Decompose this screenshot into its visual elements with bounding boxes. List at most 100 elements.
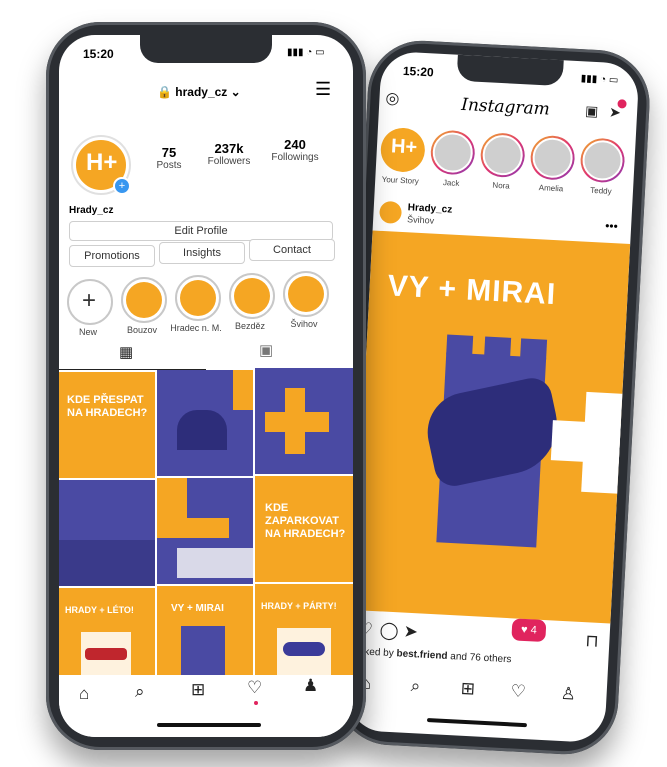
left-screen: 15:20 ▮▮▮ ◔ ▭ 🔒 hrady_cz ⌄ ☰ H+ + 75 Pos… — [59, 35, 353, 737]
cars-photo — [177, 548, 253, 578]
right-notch — [456, 54, 564, 87]
post-tile[interactable] — [59, 480, 155, 586]
post-headline: VY + MIRAI — [386, 269, 558, 312]
story-amelia[interactable] — [529, 134, 576, 181]
home-indicator — [426, 717, 527, 728]
status-time: 15:20 — [83, 47, 114, 61]
jumping-person — [420, 374, 567, 490]
story-label: Amelia — [538, 183, 564, 194]
stat-label: Followers — [207, 156, 251, 167]
story-label: Jack — [442, 178, 460, 188]
app-title: Instagram — [460, 94, 551, 120]
likes-user[interactable]: best.friend — [396, 648, 448, 662]
stat-value: 75 — [161, 145, 177, 160]
menu-icon[interactable]: ☰ — [315, 79, 331, 100]
stat-followings[interactable]: 240 Followings — [257, 137, 333, 163]
highlight-label: Bouzov — [126, 325, 158, 335]
save-icon[interactable]: ⊓ — [585, 631, 599, 651]
post-tile[interactable] — [157, 478, 253, 584]
story-teddy[interactable] — [579, 137, 626, 184]
comment-icon[interactable]: ◯ — [379, 620, 399, 640]
highlight-bouzov[interactable] — [121, 277, 167, 323]
display-name: Hrady_cz — [69, 205, 114, 216]
tower-graphic — [233, 370, 253, 410]
story-label: Your Story — [381, 174, 419, 186]
your-story-logo: H+ — [390, 135, 418, 159]
tagged-tab-icon[interactable]: ▣ — [259, 343, 273, 358]
status-time: 15:20 — [402, 63, 435, 80]
highlight-hradec[interactable] — [175, 275, 221, 321]
add-post-icon[interactable]: ⊞ — [191, 681, 205, 698]
highlight-label: Hradec n. M. — [170, 323, 222, 333]
highlight-new[interactable]: + — [67, 279, 113, 325]
search-icon[interactable]: ⌕ — [135, 683, 145, 700]
profile-icon[interactable]: ♟ — [303, 677, 318, 694]
home-indicator — [157, 723, 261, 727]
sunglasses-graphic — [85, 648, 127, 660]
tower-merlon — [520, 338, 548, 360]
activity-icon[interactable]: ♡ — [247, 679, 262, 696]
post-image[interactable]: VY + MIRAI — [352, 230, 631, 624]
highlight-label: New — [78, 327, 97, 337]
insights-button[interactable]: Insights — [159, 242, 245, 264]
post-location[interactable]: Švihov — [407, 214, 435, 225]
highlight-label: Bezděz — [234, 321, 266, 331]
promotions-button[interactable]: Promotions — [69, 245, 155, 267]
profile-icon[interactable]: ♙ — [560, 684, 576, 704]
story-jack[interactable] — [429, 129, 476, 176]
post-tile[interactable]: KDE PŘESPAT NA HRADECH? — [59, 372, 155, 478]
story-your[interactable]: H+ — [379, 126, 426, 174]
share-icon[interactable]: ➤ — [403, 622, 418, 642]
status-icons: ▮▮▮ ◔ ▭ — [580, 73, 619, 87]
post-avatar[interactable] — [378, 200, 403, 224]
highlight-svihov[interactable] — [283, 271, 329, 317]
stat-label: Followings — [271, 152, 319, 163]
igtv-icon[interactable]: ▣ — [585, 102, 599, 119]
camera-icon[interactable]: ◎ — [385, 90, 400, 108]
post-tile[interactable] — [255, 368, 353, 474]
stat-value: 237k — [214, 141, 244, 156]
contact-button[interactable]: Contact — [249, 239, 335, 261]
right-phone: 15:20 ▮▮▮ ◔ ▭ ◎ Instagram ▣ ➤ H+ Your St… — [333, 38, 653, 757]
post-tile-text: VY + MIRAI — [171, 603, 224, 614]
stat-posts[interactable]: 75 Posts — [139, 145, 199, 171]
story-nora[interactable] — [479, 132, 526, 179]
story-label: Nora — [492, 180, 510, 191]
tower-merlon — [446, 334, 474, 356]
post-tile[interactable] — [157, 370, 253, 476]
mask-graphic — [283, 642, 325, 656]
right-screen: 15:20 ▮▮▮ ◔ ▭ ◎ Instagram ▣ ➤ H+ Your St… — [346, 50, 640, 744]
grid-tab-icon[interactable]: ▦ — [119, 345, 133, 360]
username-header[interactable]: 🔒 hrady_cz ⌄ — [157, 85, 241, 99]
tower-merlon — [484, 336, 512, 358]
search-icon[interactable]: ⌕ — [410, 676, 421, 695]
add-post-icon[interactable]: ⊞ — [460, 679, 475, 699]
post-tile-text: HRADY + LÉTO! — [65, 605, 134, 615]
post-tile[interactable]: KDE ZAPARKOVAT NA HRADECH? — [255, 476, 353, 582]
stat-value: 240 — [284, 137, 306, 152]
post-tile-text: KDE ZAPARKOVAT NA HRADECH? — [265, 502, 346, 540]
post-tile-text: HRADY + PÁRTY! — [261, 601, 337, 611]
stat-followers[interactable]: 237k Followers — [194, 141, 264, 167]
crowd-photo — [59, 540, 155, 586]
likes-line: Liked by best.friend and 76 others — [356, 646, 511, 665]
plus-graphic — [265, 412, 329, 432]
heart-icon[interactable]: ♡ — [510, 681, 526, 701]
edit-profile-button[interactable]: Edit Profile — [69, 221, 333, 241]
status-icons: ▮▮▮ ◔ ▭ — [287, 47, 325, 58]
likes-suffix: and 76 others — [450, 651, 512, 666]
highlight-bezdez[interactable] — [229, 273, 275, 319]
add-story-icon[interactable]: + — [113, 177, 131, 195]
brand-logo: H+ — [86, 149, 118, 176]
home-icon[interactable]: ⌂ — [79, 685, 89, 702]
post-username[interactable]: Hrady_cz — [408, 202, 453, 215]
post-tile-text: KDE PŘESPAT NA HRADECH? — [67, 394, 148, 419]
more-icon[interactable]: ••• — [605, 219, 618, 234]
activity-badge[interactable]: ♥ 4 — [511, 618, 547, 643]
plus-graphic — [169, 518, 229, 538]
plus-graphic — [550, 420, 623, 464]
activity-count: 4 — [530, 624, 538, 637]
username-text: hrady_cz — [175, 85, 228, 99]
tent-photo — [177, 410, 227, 450]
direct-badge — [617, 99, 627, 109]
